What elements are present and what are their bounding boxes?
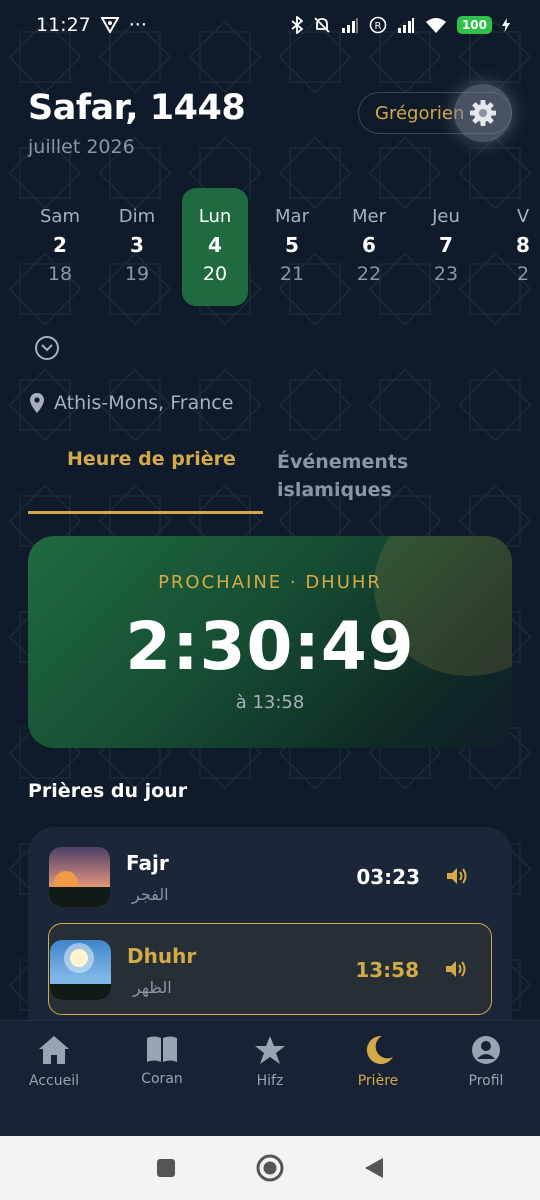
prayer-time: 13:58 (355, 958, 419, 982)
recents-icon[interactable] (156, 1158, 176, 1178)
nav-label: Prière (357, 1073, 399, 1089)
countdown-timer: 2:30:49 (125, 608, 415, 685)
prayer-row-dhuhr[interactable]: Dhuhr الظهر 13:58 (48, 923, 492, 1015)
prayer-name-arabic: الفجر (132, 885, 169, 904)
day-dim[interactable]: Dim 3 19 (104, 188, 170, 306)
week-strip: Sam 2 18 Dim 3 19 Lun 4 20 Mar 5 21 Mer … (22, 188, 540, 306)
day-gregorian-number: 2 (516, 263, 530, 285)
speaker-icon[interactable] (445, 960, 469, 978)
gear-icon (470, 100, 496, 126)
registered-icon: R (369, 16, 387, 34)
day-lun-selected[interactable]: Lun 4 20 (182, 188, 248, 306)
nav-label: Profil (468, 1073, 504, 1089)
day-name: Mer (351, 206, 386, 227)
nav-accueil[interactable]: Accueil (0, 1021, 108, 1136)
day-gregorian-number: 20 (202, 263, 228, 285)
moon-icon (366, 1035, 393, 1064)
nav-label: Hifz (256, 1073, 284, 1089)
calendar-toggle-label: Grégorien (375, 102, 465, 124)
day-name: Sam (40, 206, 80, 227)
day-sam[interactable]: Sam 2 18 (27, 188, 93, 306)
nav-priere[interactable]: Prière (324, 1021, 432, 1136)
day-gregorian-number: 19 (124, 263, 150, 285)
day-gregorian-number: 21 (279, 263, 305, 285)
day-ven[interactable]: V 8 2 (490, 188, 540, 306)
speaker-icon[interactable] (446, 867, 470, 885)
day-hijri-number: 7 (439, 233, 453, 257)
wifi-icon (425, 18, 446, 33)
bottom-navigation: Accueil Coran Hifz Prière Profil (0, 1020, 540, 1136)
settings-button[interactable] (454, 84, 512, 142)
location-text: Athis-Mons, France (54, 392, 234, 414)
next-prayer-label: PROCHAINE · DHUHR (158, 572, 382, 593)
gregorian-month: juillet 2026 (28, 136, 135, 158)
mute-icon (314, 17, 330, 33)
prayer-time: 03:23 (356, 865, 420, 889)
vpn-icon (100, 17, 119, 33)
home-icon (39, 1036, 69, 1064)
nav-hifz[interactable]: Hifz (216, 1021, 324, 1136)
day-hijri-number: 4 (208, 233, 222, 257)
status-dots: ··· (128, 14, 147, 36)
day-gregorian-number: 22 (356, 263, 382, 285)
day-mer[interactable]: Mer 6 22 (336, 188, 402, 306)
expand-calendar-button[interactable] (35, 336, 59, 360)
day-hijri-number: 5 (285, 233, 299, 257)
star-icon (255, 1036, 285, 1064)
charging-icon (502, 18, 510, 32)
day-mar[interactable]: Mar 5 21 (259, 188, 325, 306)
nav-profil[interactable]: Profil (432, 1021, 540, 1136)
day-hijri-number: 3 (130, 233, 144, 257)
day-gregorian-number: 23 (433, 263, 459, 285)
prayer-name: Fajr (126, 851, 169, 875)
location-row[interactable]: Athis-Mons, France (30, 392, 233, 414)
day-hijri-number: 2 (53, 233, 67, 257)
tab-islamic-events[interactable]: Événements islamiques (277, 448, 477, 504)
fajr-sunrise-icon (49, 847, 110, 907)
day-name: Lun (198, 206, 232, 227)
prayer-list: Fajr الفجر 03:23 Dhuhr الظهر 13:58 (28, 827, 512, 1027)
signal-icon-2 (397, 18, 414, 33)
tab-prayer-times-label: Heure de prière (67, 448, 236, 470)
day-hijri-number: 6 (362, 233, 376, 257)
tab-islamic-events-label-line1: Événements (277, 451, 409, 473)
hijri-date-title: Safar, 1448 (28, 88, 246, 128)
day-name: V (516, 206, 530, 227)
battery-badge: 100 (456, 16, 492, 34)
status-time: 11:27 (36, 14, 91, 36)
system-navigation-bar (0, 1136, 540, 1200)
bluetooth-icon (291, 16, 303, 34)
prayer-name: Dhuhr (127, 944, 197, 968)
tab-prayer-times[interactable]: Heure de prière (28, 448, 263, 514)
day-gregorian-number: 18 (47, 263, 73, 285)
next-prayer-time: à 13:58 (235, 692, 305, 713)
nav-coran[interactable]: Coran (108, 1021, 216, 1136)
book-icon (147, 1036, 177, 1062)
dhuhr-sun-icon (50, 940, 111, 1000)
chevron-down-icon (41, 344, 53, 352)
profile-icon (472, 1036, 500, 1064)
prayer-row-fajr[interactable]: Fajr الفجر 03:23 (48, 831, 492, 923)
location-pin-icon (30, 393, 44, 413)
nav-label: Accueil (29, 1073, 79, 1089)
svg-text:R: R (374, 21, 381, 32)
section-title: Prières du jour (28, 780, 188, 802)
signal-icon (341, 18, 358, 33)
day-jeu[interactable]: Jeu 7 23 (413, 188, 479, 306)
day-name: Jeu (432, 206, 460, 227)
day-name: Mar (275, 206, 309, 227)
day-name: Dim (118, 206, 156, 227)
day-hijri-number: 8 (516, 233, 530, 257)
status-bar: 11:27 ··· R 100 (0, 0, 540, 50)
back-icon[interactable] (364, 1157, 384, 1179)
home-circle-icon[interactable] (256, 1154, 284, 1182)
prayer-name-arabic: الظهر (133, 978, 172, 997)
next-prayer-card: PROCHAINE · DHUHR 2:30:49 à 13:58 (28, 536, 512, 748)
tab-islamic-events-label-line2: islamiques (277, 479, 392, 501)
nav-label: Coran (141, 1071, 183, 1087)
